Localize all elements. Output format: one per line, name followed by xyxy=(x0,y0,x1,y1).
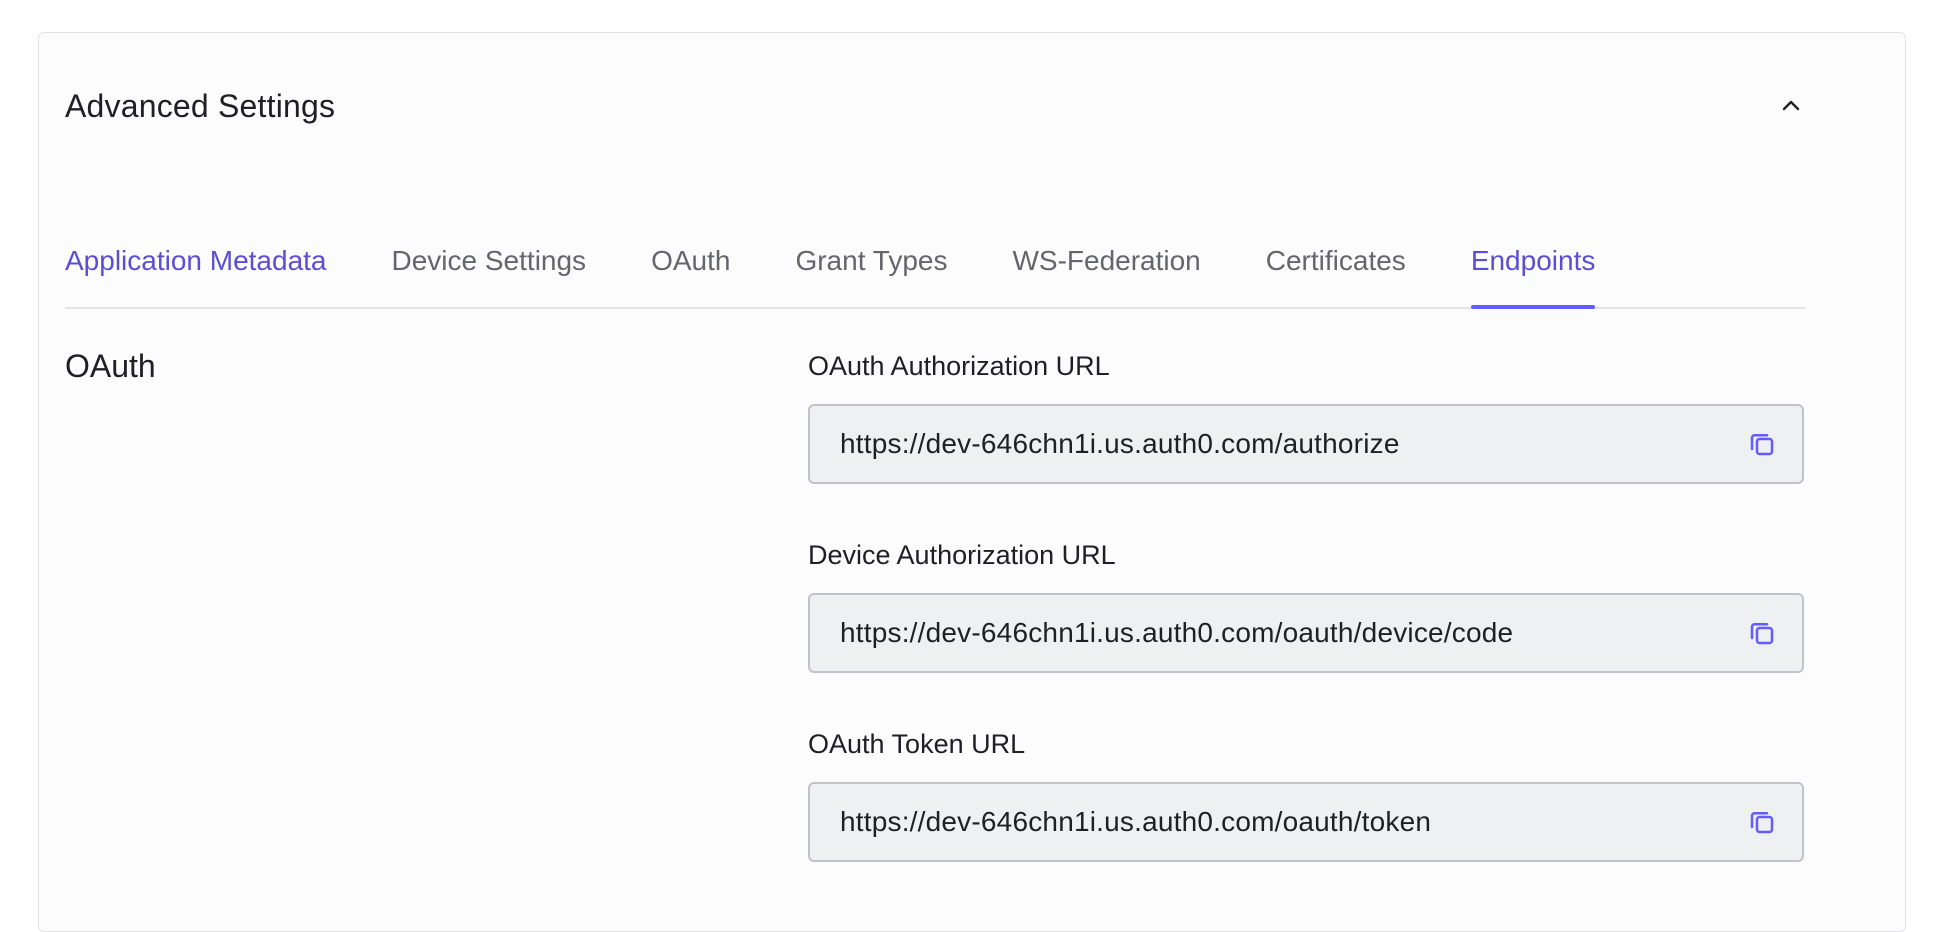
tab-device-settings[interactable]: Device Settings xyxy=(392,232,587,307)
field-device-authorization-url: Device Authorization URL https://dev-646… xyxy=(808,535,1804,673)
field-label: OAuth Authorization URL xyxy=(808,351,1110,381)
field-label: Device Authorization URL xyxy=(808,540,1116,570)
url-readonly-input[interactable]: https://dev-646chn1i.us.auth0.com/oauth/… xyxy=(808,782,1804,862)
tab-endpoints[interactable]: Endpoints xyxy=(1470,232,1595,309)
field-label: OAuth Token URL xyxy=(808,729,1026,759)
copy-icon xyxy=(1750,623,1774,645)
field-value[interactable]: https://dev-646chn1i.us.auth0.com/author… xyxy=(840,428,1742,460)
section-header: Advanced Settings xyxy=(65,78,1805,134)
settings-tabs: Application Metadata Device Settings OAu… xyxy=(65,232,1805,309)
tab-application-metadata[interactable]: Application Metadata xyxy=(65,232,327,307)
field-oauth-authorization-url: OAuth Authorization URL https://dev-646c… xyxy=(808,346,1804,484)
collapse-button[interactable] xyxy=(1771,86,1811,126)
url-readonly-input[interactable]: https://dev-646chn1i.us.auth0.com/author… xyxy=(808,404,1804,484)
group-title-oauth: OAuth xyxy=(65,348,156,384)
field-value[interactable]: https://dev-646chn1i.us.auth0.com/oauth/… xyxy=(840,617,1742,649)
copy-button[interactable] xyxy=(1742,613,1782,653)
url-readonly-input[interactable]: https://dev-646chn1i.us.auth0.com/oauth/… xyxy=(808,593,1804,673)
copy-icon xyxy=(1750,434,1774,456)
tab-oauth[interactable]: OAuth xyxy=(651,232,730,307)
copy-button[interactable] xyxy=(1742,424,1782,464)
tab-grant-types[interactable]: Grant Types xyxy=(795,232,947,307)
copy-button[interactable] xyxy=(1742,802,1782,842)
field-oauth-token-url: OAuth Token URL https://dev-646chn1i.us.… xyxy=(808,724,1804,862)
tab-ws-federation[interactable]: WS-Federation xyxy=(1012,232,1200,307)
copy-icon xyxy=(1750,812,1774,834)
section-title: Advanced Settings xyxy=(65,87,336,124)
tab-certificates[interactable]: Certificates xyxy=(1266,232,1406,307)
field-value[interactable]: https://dev-646chn1i.us.auth0.com/oauth/… xyxy=(840,806,1742,838)
chevron-up-icon xyxy=(1782,100,1800,111)
